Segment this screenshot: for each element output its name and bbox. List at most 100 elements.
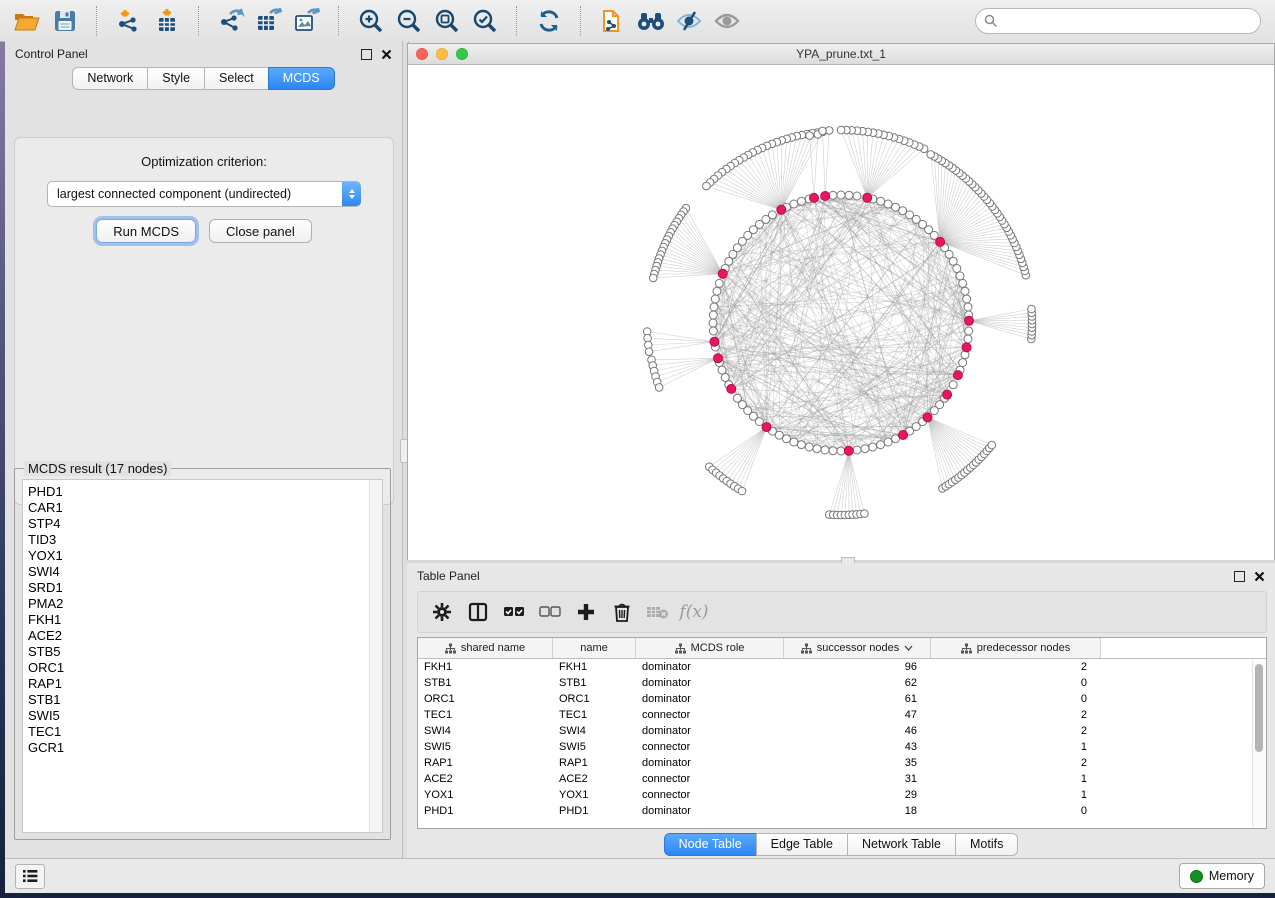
result-list-scrollbar[interactable] bbox=[369, 480, 382, 832]
mcds-result-item[interactable]: STB5 bbox=[28, 644, 382, 660]
network-edge[interactable] bbox=[669, 236, 723, 274]
network-node[interactable] bbox=[709, 327, 717, 335]
mcds-node[interactable] bbox=[710, 337, 719, 346]
network-node[interactable] bbox=[861, 510, 869, 518]
table-row[interactable]: PHD1PHD1dominator180 bbox=[418, 803, 1266, 819]
network-node[interactable] bbox=[949, 381, 957, 389]
network-edge[interactable] bbox=[969, 313, 1032, 321]
close-panel-icon[interactable] bbox=[381, 49, 392, 60]
import-table-button[interactable] bbox=[148, 4, 186, 38]
export-image-button[interactable] bbox=[288, 4, 326, 38]
column-header-successor-nodes[interactable]: successor nodes bbox=[784, 638, 931, 658]
network-edge[interactable] bbox=[867, 132, 868, 198]
tab-motifs[interactable]: Motifs bbox=[955, 833, 1018, 856]
mcds-node[interactable] bbox=[899, 431, 908, 440]
network-node[interactable] bbox=[892, 203, 900, 211]
network-node[interactable] bbox=[783, 435, 791, 443]
mcds-node[interactable] bbox=[936, 237, 945, 246]
mcds-result-item[interactable]: SWI5 bbox=[28, 708, 382, 724]
table-scrollbar[interactable] bbox=[1252, 660, 1265, 827]
zoom-in-button[interactable] bbox=[352, 4, 390, 38]
network-node[interactable] bbox=[877, 197, 885, 205]
network-node[interactable] bbox=[713, 287, 721, 295]
mcds-result-item[interactable]: GCR1 bbox=[28, 740, 382, 756]
network-node[interactable] bbox=[715, 279, 723, 287]
network-node[interactable] bbox=[650, 274, 658, 282]
network-node[interactable] bbox=[965, 327, 973, 335]
network-edge[interactable] bbox=[969, 309, 1032, 321]
network-edge[interactable] bbox=[738, 427, 766, 489]
network-node[interactable] bbox=[703, 182, 711, 190]
tab-style[interactable]: Style bbox=[147, 67, 204, 90]
zoom-selected-button[interactable] bbox=[466, 4, 504, 38]
delete-columns-button[interactable] bbox=[604, 596, 640, 628]
float-panel-icon[interactable] bbox=[361, 49, 372, 60]
network-edge[interactable] bbox=[849, 451, 865, 514]
network-edge[interactable] bbox=[846, 130, 867, 198]
network-edge[interactable] bbox=[654, 358, 718, 371]
network-node[interactable] bbox=[956, 272, 964, 280]
find-button[interactable] bbox=[632, 4, 670, 38]
column-header-name[interactable]: name bbox=[553, 638, 636, 658]
table-options-button[interactable] bbox=[424, 596, 460, 628]
apply-layout-button[interactable] bbox=[530, 4, 568, 38]
network-edge[interactable] bbox=[710, 182, 781, 209]
mcds-node[interactable] bbox=[844, 446, 853, 455]
network-node[interactable] bbox=[797, 197, 805, 205]
network-edge[interactable] bbox=[928, 417, 953, 482]
mcds-node[interactable] bbox=[777, 205, 786, 214]
mcds-node[interactable] bbox=[714, 354, 723, 363]
network-node[interactable] bbox=[755, 418, 763, 426]
network-edge[interactable] bbox=[867, 141, 904, 198]
select-all-button[interactable] bbox=[496, 596, 532, 628]
deselect-all-button[interactable] bbox=[532, 596, 568, 628]
network-node[interactable] bbox=[853, 446, 861, 454]
network-node[interactable] bbox=[655, 384, 663, 392]
table-row[interactable]: TEC1TEC1connector472 bbox=[418, 707, 1266, 723]
network-node[interactable] bbox=[709, 311, 717, 319]
float-panel-icon[interactable] bbox=[1234, 571, 1245, 582]
network-node[interactable] bbox=[805, 443, 813, 451]
network-edge[interactable] bbox=[653, 274, 723, 278]
network-edge[interactable] bbox=[684, 212, 723, 274]
network-node[interactable] bbox=[710, 303, 718, 311]
export-table-button[interactable] bbox=[250, 4, 288, 38]
search-field[interactable] bbox=[975, 8, 1261, 34]
network-node[interactable] bbox=[884, 438, 892, 446]
mcds-node[interactable] bbox=[718, 269, 727, 278]
network-edge[interactable] bbox=[731, 427, 767, 484]
network-node[interactable] bbox=[711, 295, 719, 303]
network-node[interactable] bbox=[861, 445, 869, 453]
mcds-node[interactable] bbox=[962, 343, 971, 352]
mcds-node[interactable] bbox=[863, 193, 872, 202]
task-history-button[interactable] bbox=[15, 864, 45, 889]
network-edge[interactable] bbox=[841, 451, 849, 515]
tab-node-table[interactable]: Node Table bbox=[664, 833, 756, 856]
network-node[interactable] bbox=[959, 359, 967, 367]
mcds-node[interactable] bbox=[810, 193, 819, 202]
network-node[interactable] bbox=[738, 487, 746, 495]
mcds-node[interactable] bbox=[953, 371, 962, 380]
network-edge[interactable] bbox=[849, 451, 857, 515]
network-node[interactable] bbox=[845, 191, 853, 199]
network-canvas[interactable] bbox=[408, 65, 1274, 560]
show-hide-columns-button[interactable] bbox=[460, 596, 496, 628]
network-edge[interactable] bbox=[677, 222, 723, 274]
network-node[interactable] bbox=[853, 192, 861, 200]
search-input[interactable] bbox=[998, 13, 1252, 29]
table-row[interactable]: SWI5SWI5connector431 bbox=[418, 739, 1266, 755]
mcds-result-item[interactable]: PMA2 bbox=[28, 596, 382, 612]
table-row[interactable]: ORC1ORC1dominator610 bbox=[418, 691, 1266, 707]
network-node[interactable] bbox=[819, 127, 827, 135]
network-node[interactable] bbox=[837, 447, 845, 455]
network-node[interactable] bbox=[877, 441, 885, 449]
clone-network-button[interactable] bbox=[594, 4, 632, 38]
network-node[interactable] bbox=[988, 441, 996, 449]
delete-table-button[interactable] bbox=[640, 596, 676, 628]
column-header-MCDS-role[interactable]: MCDS role bbox=[636, 638, 784, 658]
table-row[interactable]: SWI4SWI4dominator462 bbox=[418, 723, 1266, 739]
mcds-node[interactable] bbox=[965, 316, 974, 325]
network-node[interactable] bbox=[813, 445, 821, 453]
network-edge[interactable] bbox=[781, 136, 797, 210]
tab-network-table[interactable]: Network Table bbox=[847, 833, 955, 856]
